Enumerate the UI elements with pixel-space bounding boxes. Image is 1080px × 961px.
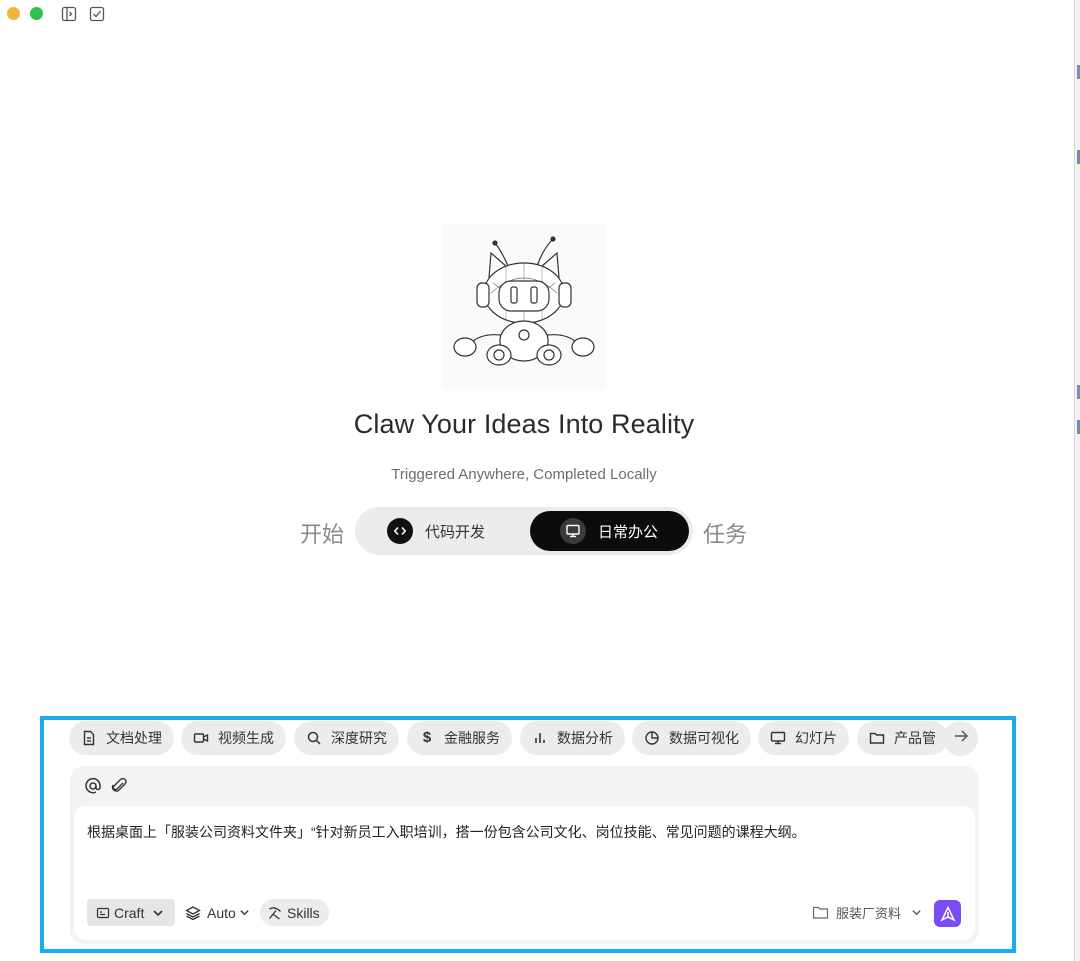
background-window-edge	[1074, 0, 1080, 961]
chip-document[interactable]: 文档处理	[69, 721, 174, 755]
document-icon	[81, 730, 97, 746]
arrow-right-icon	[953, 728, 969, 749]
chip-label: 数据分析	[557, 730, 613, 746]
sidebar-toggle-icon[interactable]	[61, 6, 77, 22]
skills-label: Skills	[287, 904, 320, 921]
send-icon	[939, 905, 956, 922]
monitor-icon	[770, 730, 786, 746]
end-word: 任务	[703, 522, 748, 547]
pickaxe-icon	[267, 905, 283, 921]
attach-icon[interactable]	[110, 777, 128, 795]
mode-select-label: Craft	[114, 904, 145, 921]
chips-next-button[interactable]	[943, 721, 978, 756]
chip-label: 视频生成	[218, 730, 274, 746]
code-icon	[387, 518, 413, 544]
folder-icon	[869, 730, 885, 746]
chip-label: 数据可视化	[669, 730, 739, 746]
mode-select[interactable]: Craft	[87, 899, 175, 926]
model-select-label: Auto	[207, 904, 236, 921]
start-word: 开始	[300, 522, 345, 547]
workspace-folder-select[interactable]: 服装厂资料	[812, 899, 922, 926]
bar-chart-icon	[532, 730, 548, 746]
pie-chart-icon	[644, 730, 660, 746]
chevron-down-icon	[239, 907, 250, 918]
task-mode-row: 开始 代码开发 日常办公 任务	[0, 505, 1048, 557]
mention-icon[interactable]	[84, 777, 102, 795]
chip-data-analysis[interactable]: 数据分析	[520, 721, 625, 755]
prompt-text[interactable]: 根据桌面上「服装公司资料文件夹」“针对新员工入职培训，搭一份包含公司文化、岗位技…	[87, 822, 947, 842]
folder-label: 服装厂资料	[836, 906, 902, 921]
hero-subtitle: Triggered Anywhere, Completed Locally	[391, 466, 657, 483]
dollar-icon: $	[422, 729, 432, 746]
composer-card: 根据桌面上「服装公司资料文件夹」“针对新员工入职培训，搭一份包含公司文化、岗位技…	[70, 766, 979, 944]
send-button[interactable]	[934, 900, 961, 927]
video-icon	[193, 730, 209, 746]
chip-label: 幻灯片	[795, 730, 837, 746]
composer-input-area[interactable]: 根据桌面上「服装公司资料文件夹」“针对新员工入职培训，搭一份包含公司文化、岗位技…	[74, 806, 975, 940]
robot-cat-mascot-image	[441, 223, 607, 389]
skills-button[interactable]: Skills	[260, 899, 329, 926]
chip-slides[interactable]: 幻灯片	[758, 721, 849, 755]
chip-label: 文档处理	[106, 730, 162, 746]
chip-research[interactable]: 深度研究	[294, 721, 399, 755]
chevron-down-icon	[911, 907, 922, 918]
zoom-window-button[interactable]	[30, 7, 43, 20]
task-mode-toggle: 代码开发 日常办公	[355, 507, 693, 555]
minimize-window-button[interactable]	[7, 7, 20, 20]
layers-icon	[185, 905, 201, 921]
mode-option-office[interactable]: 日常办公	[530, 511, 689, 551]
chip-video[interactable]: 视频生成	[181, 721, 286, 755]
model-select[interactable]: Auto	[185, 899, 250, 926]
chip-visualization[interactable]: 数据可视化	[632, 721, 751, 755]
mode-option-office-label: 日常办公	[598, 523, 659, 541]
presentation-icon	[560, 518, 586, 544]
scenario-chip-bar: 文档处理 视频生成 深度研究 $ 金融服务 数据分析 数据可视化 幻灯片 产品管	[69, 721, 979, 756]
chip-label: 深度研究	[331, 730, 387, 746]
app-window: Claw Your Ideas Into Reality Triggered A…	[0, 0, 1074, 961]
search-icon	[306, 730, 322, 746]
mode-option-code-label: 代码开发	[425, 523, 486, 541]
mode-option-code[interactable]: 代码开发	[387, 511, 537, 551]
task-check-icon[interactable]	[89, 6, 105, 22]
chevron-down-icon	[152, 907, 164, 919]
hero-title: Claw Your Ideas Into Reality	[353, 409, 695, 439]
chip-finance[interactable]: $ 金融服务	[407, 721, 512, 755]
chip-label: 金融服务	[444, 730, 500, 746]
folder-icon	[812, 905, 829, 920]
chip-product[interactable]: 产品管	[857, 721, 948, 755]
chip-label: 产品管	[894, 730, 936, 746]
window-icon	[96, 906, 110, 920]
